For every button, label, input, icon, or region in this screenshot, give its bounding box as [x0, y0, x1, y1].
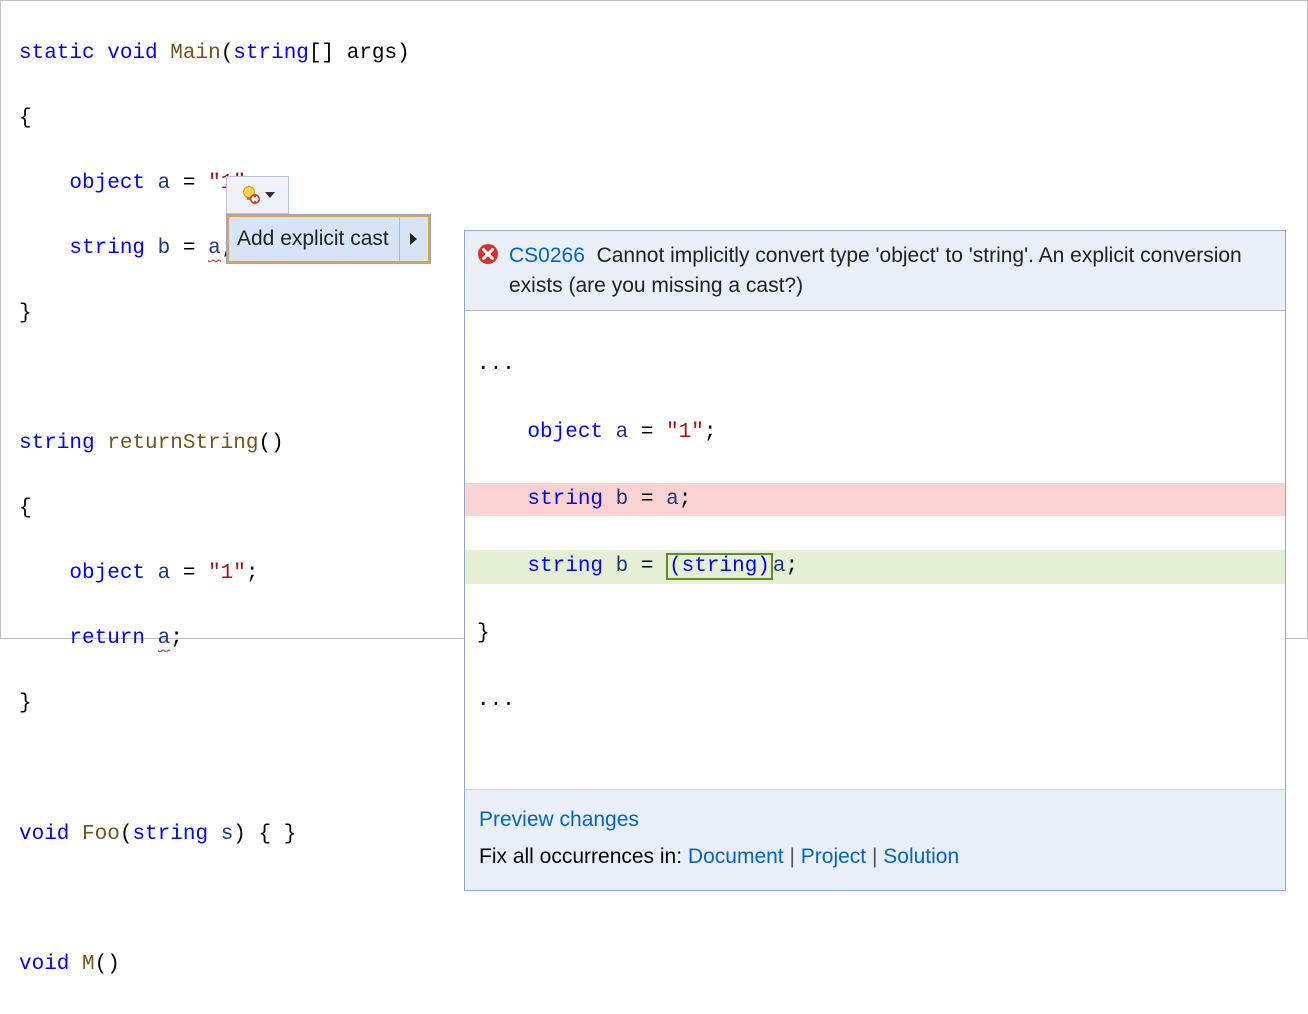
fix-document-link[interactable]: Document: [688, 845, 784, 868]
add-explicit-cast-action[interactable]: Add explicit cast: [227, 215, 430, 263]
diff-preview: ... object a = "1"; string b = a; string…: [465, 310, 1285, 790]
diff-context: ...: [465, 684, 1285, 718]
error-squiggle: a: [208, 237, 221, 262]
submenu-arrow[interactable]: [399, 217, 428, 261]
code-line: void M(): [19, 949, 1307, 982]
diff-context: object a = "1";: [465, 416, 1285, 450]
code-line: static void Main(string[] args): [19, 38, 1307, 71]
error-code: CS0266: [509, 244, 585, 267]
diff-context: ...: [465, 348, 1285, 382]
preview-changes-link[interactable]: Preview changes: [479, 808, 639, 831]
quick-action-preview-panel: CS0266 Cannot implicitly convert type 'o…: [464, 230, 1286, 891]
code-line: {: [19, 103, 1307, 136]
error-message: Cannot implicitly convert type 'object' …: [509, 244, 1242, 297]
error-squiggle: a: [158, 627, 171, 652]
code-line: object a = "1";: [19, 168, 1307, 201]
chevron-down-icon: [265, 192, 275, 198]
error-icon: [477, 243, 499, 274]
fix-occurrences-label: Fix all occurrences in:: [479, 845, 682, 868]
diff-removed-line: string b = a;: [465, 483, 1285, 517]
fix-project-link[interactable]: Project: [801, 845, 866, 868]
quick-actions-button[interactable]: [226, 176, 289, 214]
action-item-label: Add explicit cast: [229, 227, 399, 251]
chevron-right-icon: [410, 233, 417, 245]
fix-solution-link[interactable]: Solution: [883, 845, 959, 868]
quick-actions-menu: Add explicit cast: [226, 214, 431, 264]
diff-context: }: [465, 617, 1285, 651]
diff-added-line: string b = (string)a;: [465, 550, 1285, 584]
error-header: CS0266 Cannot implicitly convert type 'o…: [465, 231, 1285, 310]
inserted-cast: (string): [666, 553, 773, 580]
lightbulb-error-icon: [241, 186, 261, 204]
error-text: CS0266 Cannot implicitly convert type 'o…: [509, 241, 1273, 302]
preview-footer: Preview changes Fix all occurrences in: …: [465, 790, 1285, 890]
